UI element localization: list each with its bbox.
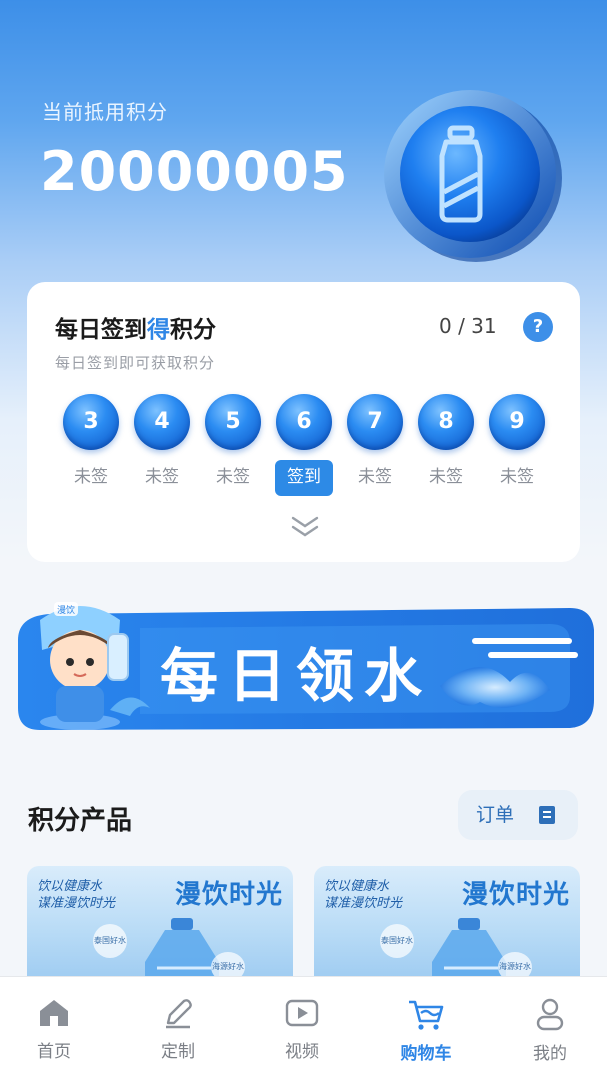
- tab-label: 我的: [533, 1044, 567, 1064]
- day-status: 未签: [74, 467, 108, 487]
- signin-count: 0 / 31: [439, 314, 497, 338]
- product-card[interactable]: 饮以健康水 谋准漫饮时光 漫饮时光 泰国好水 海源好水: [27, 866, 293, 986]
- day-item[interactable]: 5 未签: [203, 394, 263, 494]
- day-number: 8: [418, 394, 474, 450]
- day-item[interactable]: 9 未签: [487, 394, 547, 494]
- day-status: 未签: [358, 467, 392, 487]
- day-number: 7: [347, 394, 403, 450]
- daily-water-banner[interactable]: 漫饮 每日领水: [10, 590, 600, 740]
- tab-cart[interactable]: 购物车: [376, 977, 476, 1080]
- tab-label: 购物车: [400, 1044, 452, 1064]
- signin-subtitle: 每日签到即可获取积分: [55, 354, 216, 372]
- day-item[interactable]: 7 未签: [345, 394, 405, 494]
- points-header: 当前抵用积分 20000005: [0, 0, 607, 280]
- signin-button[interactable]: 签到: [275, 460, 333, 496]
- day-item[interactable]: 8 未签: [416, 394, 476, 494]
- day-number: 4: [134, 394, 190, 450]
- day-status: 未签: [216, 467, 250, 487]
- points-label: 当前抵用积分: [42, 100, 168, 124]
- orders-button[interactable]: 订单: [458, 790, 578, 840]
- help-icon[interactable]: ?: [523, 312, 553, 342]
- product-slogan: 饮以健康水 谋准漫饮时光: [37, 879, 116, 911]
- product-title: 漫饮时光: [461, 880, 570, 910]
- tab-home[interactable]: 首页: [4, 977, 104, 1080]
- day-status: 未签: [500, 467, 534, 487]
- product-title: 漫饮时光: [174, 880, 283, 910]
- points-value: 20000005: [40, 140, 349, 203]
- day-status: 未签: [145, 467, 179, 487]
- product-slogan: 饮以健康水 谋准漫饮时光: [324, 879, 403, 911]
- product-tag: 泰国好水: [93, 924, 127, 958]
- tab-customize[interactable]: 定制: [128, 977, 228, 1080]
- day-number: 9: [489, 394, 545, 450]
- tab-video[interactable]: 视频: [252, 977, 352, 1080]
- pen-icon: [166, 999, 192, 1029]
- day-item[interactable]: 3 未签: [61, 394, 121, 494]
- signin-days: 3 未签 4 未签 5 未签 6 签到 7 未签 8 未签 9 未签: [61, 394, 561, 496]
- tab-label: 首页: [37, 1042, 71, 1062]
- tab-label: 定制: [161, 1042, 195, 1062]
- day-status: 未签: [429, 467, 463, 487]
- banner-text: 每日领水: [160, 642, 432, 710]
- user-icon: [536, 998, 564, 1031]
- product-card[interactable]: 饮以健康水 谋准漫饮时光 漫饮时光 泰国好水 海源好水: [314, 866, 580, 986]
- products-section-title: 积分产品: [28, 806, 133, 836]
- bottom-tab-bar: 首页 定制 视频 购物车 我的: [0, 976, 607, 1080]
- product-tag: 泰国好水: [380, 924, 414, 958]
- chevron-down-icon[interactable]: [289, 514, 321, 538]
- water-coin-icon: [384, 90, 562, 262]
- tab-mine[interactable]: 我的: [500, 977, 600, 1080]
- orders-button-label: 订单: [476, 804, 515, 826]
- banner-graphic: 漫饮 每日领水: [18, 602, 594, 730]
- cart-icon: [409, 1000, 444, 1030]
- tab-label: 视频: [285, 1042, 319, 1062]
- signin-title: 每日签到得积分: [55, 317, 216, 343]
- mascot-tag: 漫饮: [57, 604, 75, 616]
- day-item[interactable]: 4 未签: [132, 394, 192, 494]
- day-number: 6: [276, 394, 332, 450]
- day-number: 5: [205, 394, 261, 450]
- day-number: 3: [63, 394, 119, 450]
- order-list-icon: [539, 806, 555, 824]
- home-icon: [40, 1000, 68, 1026]
- video-icon: [285, 999, 319, 1027]
- day-item[interactable]: 6 签到: [274, 394, 334, 496]
- daily-signin-card: 每日签到得积分 每日签到即可获取积分 0 / 31 ? 3 未签 4 未签 5 …: [27, 282, 580, 562]
